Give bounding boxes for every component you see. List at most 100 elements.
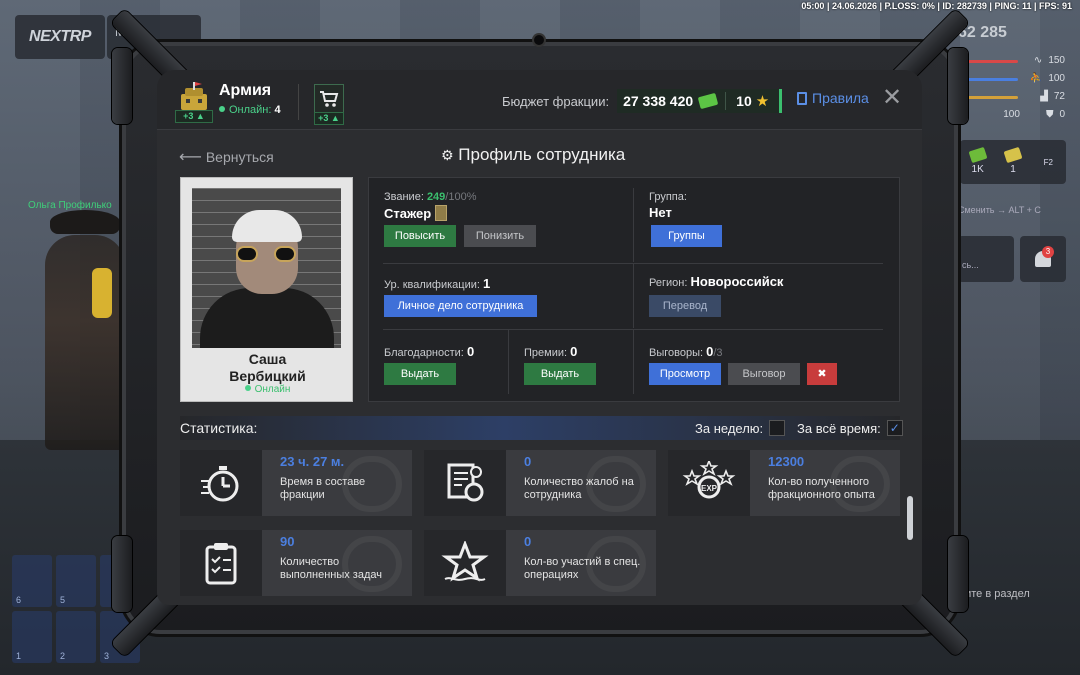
server-logo: NEXTRP	[15, 15, 105, 59]
rank-name: Стажер	[384, 205, 448, 221]
gear-icon: ⚙	[441, 147, 454, 163]
npc-nametag: Ольга Профилько	[28, 200, 112, 211]
star-icon	[441, 541, 489, 582]
rules-link[interactable]: Правила	[797, 90, 869, 106]
group-label: Группа:	[649, 191, 687, 203]
rank-label: Звание: 249/100%	[384, 191, 477, 203]
employee-info-panel: Звание: 249/100% Стажер Повысить Понизит…	[368, 177, 900, 402]
svg-text:EXP: EXP	[701, 484, 718, 493]
shop-button[interactable]	[314, 84, 344, 114]
coin-icon	[1003, 146, 1023, 164]
hud-stat-row: 100 ⛊ 0	[1003, 108, 1065, 120]
shield-icon: ⛊	[1045, 108, 1054, 120]
thanks-label: Благодарности: 0	[384, 344, 475, 359]
employee-photo	[192, 188, 341, 348]
groups-button[interactable]: Группы	[651, 225, 722, 247]
alltime-filter[interactable]: За всё время: ✓	[797, 420, 903, 436]
week-checkbox[interactable]	[769, 420, 786, 436]
employee-photo-card: Саша Вербицкий Онлайн	[180, 177, 353, 402]
alltime-checkbox[interactable]: ✓	[886, 420, 903, 436]
budget-amount: 27 338 420	[623, 93, 694, 109]
inventory-slot[interactable]: 5	[56, 555, 96, 607]
faction-online: Онлайн: 4	[219, 104, 281, 116]
complaint-icon	[447, 463, 484, 502]
notifications-button[interactable]	[1020, 236, 1066, 282]
hud-wallet: 1K 1 F2	[960, 140, 1066, 184]
region-label: Регион: Новороссийск	[649, 274, 784, 289]
reprimands-label: Выговоры: 0/3	[649, 344, 723, 359]
faction-name: Армия	[219, 82, 272, 99]
clipboard-icon	[205, 543, 237, 585]
stat-card-complaints: 0 Количество жалоб на сотрудника	[424, 450, 656, 516]
stat-card-time: 23 ч. 27 м. Время в составе фракции	[180, 450, 412, 516]
header-divider	[298, 84, 299, 120]
notification-badge: 3	[1042, 246, 1054, 258]
budget-stars: 10	[736, 93, 752, 109]
give-bonus-button[interactable]: Выдать	[524, 363, 596, 385]
faction-budget: Бюджет фракции: 27 338 420 10 ★	[502, 89, 783, 113]
online-dot	[219, 106, 225, 112]
stat-label: Время в составе фракции	[280, 476, 366, 501]
faction-tablet-screen: +3 ▲ Армия Онлайн: 4 +3 ▲ Бюджет фракции…	[157, 70, 922, 605]
hud-stat-row: ▟ 72	[1040, 90, 1065, 102]
transfer-button[interactable]: Перевод	[649, 295, 721, 317]
signal-icon: ▟	[1040, 90, 1048, 102]
tablet-camera	[534, 35, 544, 45]
army-faction-icon	[181, 82, 207, 110]
tablet-header: +3 ▲ Армия Онлайн: 4 +3 ▲ Бюджет фракции…	[157, 70, 922, 130]
demote-button[interactable]: Понизить	[464, 225, 536, 247]
give-thanks-button[interactable]: Выдать	[384, 363, 456, 385]
npc-character	[45, 235, 125, 450]
close-button[interactable]: ✕	[882, 86, 902, 110]
inventory-slot[interactable]: 1	[12, 611, 52, 663]
cash-icon	[968, 146, 988, 164]
hud-stat-row: ⛹ 100	[1029, 72, 1065, 84]
faction-badge: +3 ▲	[175, 110, 213, 123]
remove-reprimand-button[interactable]: ✖	[807, 363, 837, 385]
hud-box[interactable]: сь...	[958, 236, 1014, 282]
hud-stat-row: ∿ 150	[1033, 54, 1065, 66]
bonus-label: Премии: 0	[524, 344, 578, 359]
logo-text: NEXTRP	[29, 28, 91, 45]
document-icon	[797, 91, 807, 105]
hud-hint: Сменить → ALT + C	[958, 205, 1041, 215]
budget-pill: 27 338 420 10 ★	[617, 89, 783, 113]
run-icon: ⛹	[1029, 72, 1043, 84]
inventory-slot[interactable]: 6	[12, 555, 52, 607]
stats-scrollbar[interactable]	[907, 496, 913, 540]
view-reprimands-button[interactable]: Просмотр	[649, 363, 721, 385]
star-icon: ★	[755, 93, 770, 110]
shop-badge: +3 ▲	[314, 112, 344, 125]
qualification-label: Ур. квалификации: 1	[384, 276, 491, 291]
promote-button[interactable]: Повысить	[384, 225, 456, 247]
stat-label: Количество жалоб на сотрудника	[524, 476, 634, 501]
cart-icon	[320, 91, 339, 107]
inventory-slot[interactable]: 2	[56, 611, 96, 663]
npc-tank	[92, 268, 112, 318]
employee-status: Онлайн	[181, 384, 354, 395]
exp-icon: EXP	[682, 461, 736, 499]
npc-hat	[50, 210, 120, 234]
week-filter[interactable]: За неделю:	[695, 420, 786, 436]
employee-name: Саша Вербицкий	[229, 351, 306, 384]
budget-label: Бюджет фракции:	[502, 93, 610, 109]
stat-value: 23 ч. 27 м.	[280, 454, 345, 469]
stat-card-special-ops: 0 Кол-во участий в спец. операциях	[424, 530, 656, 596]
stat-card-tasks: 90 Количество выполненных задач	[180, 530, 412, 596]
stat-label: Кол-во участий в спец. операциях	[524, 556, 641, 581]
pulse-icon: ∿	[1033, 54, 1043, 66]
personal-file-button[interactable]: Личное дело сотрудника	[384, 295, 537, 317]
reprimand-button[interactable]: Выговор	[728, 363, 800, 385]
stats-title: Статистика:	[180, 420, 258, 436]
status-line: 05:00 | 24.06.2026 | P.LOSS: 0% | ID: 28…	[801, 1, 1072, 11]
cash-icon	[697, 92, 719, 110]
stat-value: 0	[524, 454, 532, 469]
stat-label: Количество выполненных задач	[280, 556, 382, 581]
arrow-left-icon: ⟵	[179, 149, 202, 166]
stat-value: 12300	[768, 454, 805, 469]
group-value: Нет	[649, 205, 672, 220]
stat-card-experience: EXP 12300 Кол-во полученного фракционног…	[668, 450, 900, 516]
back-button[interactable]: ⟵ Вернуться	[179, 147, 274, 167]
page-title: ⚙ Профиль сотрудника	[441, 145, 626, 164]
stat-label: Кол-во полученного фракционного опыта	[768, 476, 875, 501]
